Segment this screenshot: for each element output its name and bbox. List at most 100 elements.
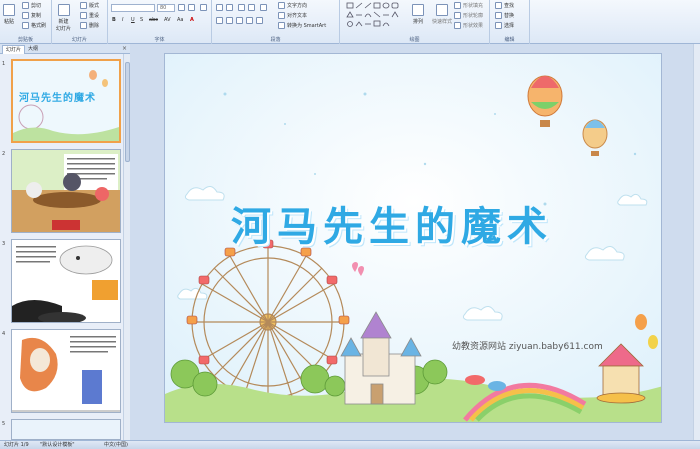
quick-styles-icon [436,4,448,16]
shape-fill-button[interactable]: 形状填充 [454,2,483,9]
clear-format-button[interactable] [200,4,207,11]
tab-outline[interactable]: 大纲 [25,45,41,54]
fill-bucket-icon [454,2,461,9]
drawing-group-label: 绘图 [409,37,420,43]
close-panel-icon[interactable]: × [122,45,127,52]
slide-title[interactable]: 河马先生的魔术 [231,194,553,252]
align-center-button[interactable] [226,17,233,24]
font-size-input[interactable]: 80 [157,4,175,12]
shadow-button[interactable]: S [140,17,143,23]
slide-number: 2 [2,151,6,157]
layout-button[interactable]: 版式 [80,2,99,9]
align-left-icon [216,17,223,24]
line-spacing-icon [260,4,267,11]
align-left-button[interactable] [216,17,223,24]
decrease-indent-button[interactable] [238,4,245,11]
slides-group-label: 幻灯片 [71,37,87,43]
font-group: 80 B I U S abc AV Aa A 字体 [108,0,212,44]
slide-thumbnail-3[interactable] [11,239,121,323]
shrink-font-button[interactable] [188,4,195,11]
shrink-font-icon [188,4,195,11]
find-button[interactable]: 查找 [495,2,514,9]
paste-button[interactable]: 粘贴 [3,4,15,25]
brush-icon [22,22,29,29]
slide-area-scrollbar[interactable] [693,44,700,440]
slide-thumbnail-5[interactable] [11,419,121,440]
align-text-button[interactable]: 对齐文本 [278,12,307,19]
drawing-group: 排列 快速样式 形状填充 形状轮廓 形状效果 绘图 [340,0,490,44]
slides-panel-scrollbar[interactable] [123,54,130,440]
eraser-icon [200,4,207,11]
shape-effects-button[interactable]: 形状效果 [454,22,483,29]
numbering-button[interactable] [226,4,233,11]
panel-tabs: 幻灯片 大纲 × [0,44,130,54]
line-spacing-button[interactable] [260,4,267,11]
font-color-button[interactable]: A [190,17,194,23]
italic-button[interactable]: I [122,17,123,23]
select-button[interactable]: 选择 [495,22,514,29]
replace-icon [495,12,502,19]
scissors-icon [22,2,29,9]
paragraph-group: 文字方向 对齐文本 转换为 SmartArt 段落 [212,0,340,44]
outline-icon [454,12,461,19]
arrange-icon [412,4,424,16]
slide-number: 3 [2,241,6,247]
slide-3-preview [12,240,120,322]
slide-thumbnail-2[interactable] [11,149,121,233]
new-slide-button[interactable]: 新建 幻灯片 [56,4,71,32]
effects-icon [454,22,461,29]
slide-2-preview [12,150,120,232]
powerpoint-window: 粘贴 剪切 复制 格式刷 剪贴板 新建 幻灯片 版式 重设 删除 幻灯片 80 … [0,0,700,449]
justify-button[interactable] [246,17,253,24]
slides-group: 新建 幻灯片 版式 重设 删除 幻灯片 [52,0,108,44]
format-painter-button[interactable]: 格式刷 [22,22,46,29]
font-group-label: 字体 [154,37,165,43]
shapes-gallery[interactable] [346,2,408,30]
bold-button[interactable]: B [112,17,116,23]
language-status[interactable]: 中文(中国) [104,441,128,449]
status-bar: 幻灯片 1/9 "默认设计模板" 中文(中国) [0,440,700,449]
convert-smartart-button[interactable]: 转换为 SmartArt [278,22,326,29]
columns-button[interactable] [256,17,263,24]
character-spacing-button[interactable]: AV [164,17,171,23]
smartart-icon [278,22,285,29]
underline-button[interactable]: U [131,17,135,23]
align-right-button[interactable] [236,17,243,24]
shape-outline-button[interactable]: 形状轮廓 [454,12,483,19]
bullets-button[interactable] [216,4,223,11]
align-text-icon [278,12,285,19]
slide-canvas[interactable]: 河马先生的魔术 幼教资源网站 ziyuan.baby611.com [164,53,662,423]
slide-count: 幻灯片 1/9 [4,442,29,448]
slide-number: 1 [2,61,6,67]
editing-group: 查找 替换 选择 编辑 [490,0,530,44]
quick-styles-button[interactable]: 快速样式 [432,4,452,25]
strikethrough-button[interactable]: abc [149,17,158,23]
text-direction-button[interactable]: 文字方向 [278,2,307,9]
binoculars-icon [495,2,502,9]
replace-button[interactable]: 替换 [495,12,514,19]
copy-button[interactable]: 复制 [22,12,41,19]
slide-thumbnail-4[interactable] [11,329,121,413]
delete-slide-button[interactable]: 删除 [80,22,99,29]
change-case-button[interactable]: Aa [177,17,183,23]
reset-icon [80,12,87,19]
clipboard-group-label: 剪贴板 [17,37,33,43]
scrollbar-thumb[interactable] [125,62,130,162]
arrange-button[interactable]: 排列 [412,4,424,25]
increase-indent-button[interactable] [248,4,255,11]
reset-button[interactable]: 重设 [80,12,99,19]
align-center-icon [226,17,233,24]
cut-button[interactable]: 剪切 [22,2,41,9]
slide-credit-text[interactable]: 幼教资源网站 ziyuan.baby611.com [452,339,603,352]
numbered-list-icon [226,4,233,11]
slide-thumbnail-1[interactable]: 河马先生的魔术 [11,59,121,143]
grow-font-button[interactable] [178,4,185,11]
new-slide-icon [57,4,70,16]
clipboard-group: 粘贴 剪切 复制 格式刷 剪贴板 [0,0,52,44]
indent-icon [248,4,255,11]
editing-group-label: 编辑 [504,37,515,43]
cursor-icon [495,22,502,29]
font-name-input[interactable] [111,4,155,12]
tab-slides[interactable]: 幻灯片 [2,45,26,54]
slide-editing-area: 河马先生的魔术 幼教资源网站 ziyuan.baby611.com [131,44,700,440]
